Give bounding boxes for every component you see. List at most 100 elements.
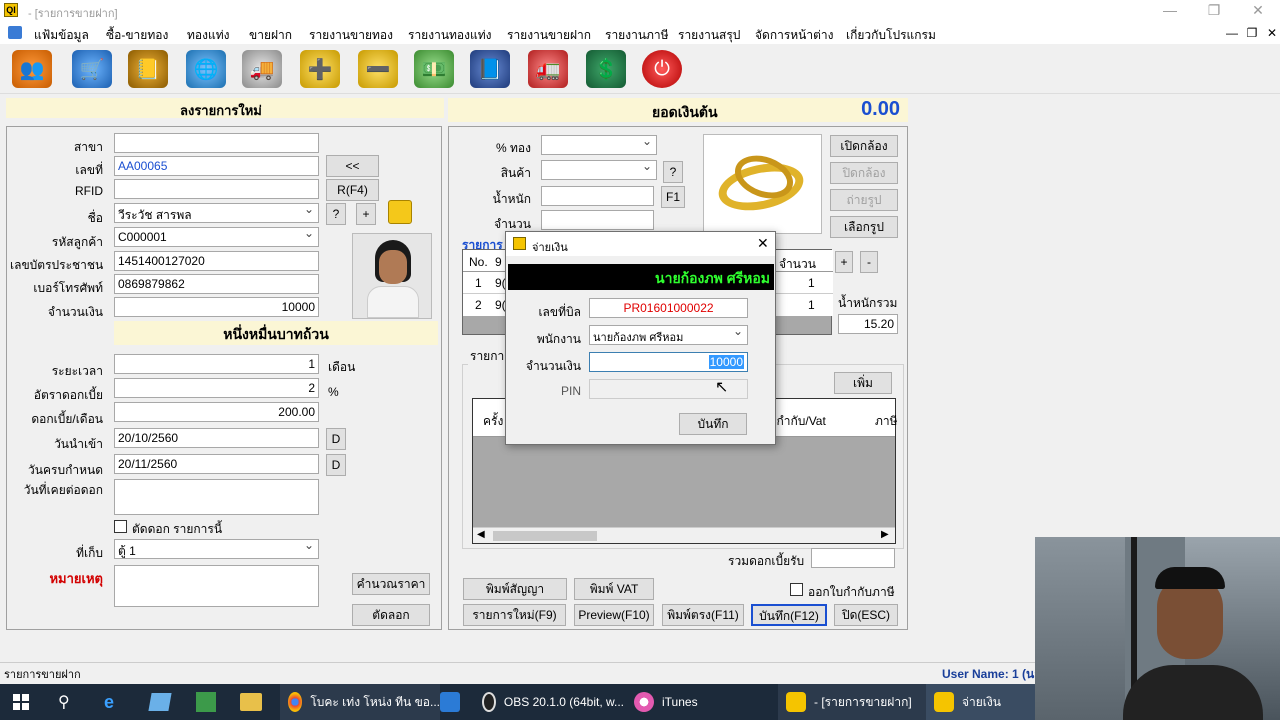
menu-report-tax[interactable]: รายงานภาษี — [605, 26, 669, 45]
ie-icon[interactable]: e — [104, 692, 126, 712]
item-add-button[interactable]: + — [835, 251, 853, 273]
print-vat-button[interactable]: พิมพ์ VAT — [574, 578, 654, 600]
taskbar-payment-window[interactable]: จ่ายเงิน — [926, 684, 1036, 720]
due-date-button[interactable]: D — [326, 454, 346, 476]
amount-input[interactable]: 10000 — [114, 297, 319, 317]
print-contract-button[interactable]: พิมพ์สัญญา — [463, 578, 567, 600]
scroll-thumb[interactable] — [493, 531, 597, 541]
close-camera-button[interactable]: ปิดกล้อง — [830, 162, 898, 184]
customer-code-select[interactable]: C000001 — [114, 227, 319, 247]
users-icon[interactable]: 👥 — [12, 50, 52, 88]
calculator-icon[interactable] — [196, 692, 216, 712]
close-button[interactable]: ✕ — [1248, 2, 1268, 18]
taskbar-itunes[interactable]: iTunes — [626, 684, 776, 720]
item-remove-button[interactable]: - — [860, 251, 878, 273]
dialog-save-button[interactable]: บันทึก — [679, 413, 747, 435]
menu-report-summary[interactable]: รายงานสรุป — [678, 26, 740, 45]
take-photo-button[interactable]: ถ่ายรูป — [830, 189, 898, 211]
gold-search-icon[interactable]: 🛒 — [72, 50, 112, 88]
tax-invoice-checkbox[interactable] — [790, 583, 803, 596]
menu-report-gold-sales[interactable]: รายงานขายทอง — [309, 26, 393, 45]
explorer-icon[interactable] — [148, 693, 172, 711]
customer-code-label: รหัสลูกค้า — [51, 235, 103, 249]
open-camera-button[interactable]: เปิดกล้อง — [830, 135, 898, 157]
scroll-right-icon[interactable]: ▶ — [881, 529, 889, 540]
menu-window[interactable]: จัดการหน้าต่าง — [755, 26, 834, 45]
branch-input[interactable] — [114, 133, 319, 153]
menu-pawn[interactable]: ขายฝาก — [249, 26, 292, 45]
taskbar-pawn-window[interactable]: - [รายการขายฝาก] — [778, 684, 928, 720]
product-select[interactable] — [541, 160, 657, 180]
cut-button[interactable]: ตัดลอก — [352, 604, 430, 626]
date-in-button[interactable]: D — [326, 428, 346, 450]
name-add-button[interactable]: + — [356, 203, 376, 225]
date-in-input[interactable]: 20/10/2560 — [114, 428, 319, 448]
menu-about[interactable]: เกี่ยวกับโปรแกรม — [846, 26, 936, 45]
product-help-button[interactable]: ? — [663, 161, 683, 183]
gold-globe-icon[interactable]: 🌐 — [186, 50, 226, 88]
dialog-close-icon[interactable]: ✕ — [757, 235, 769, 252]
storage-select[interactable]: ตู้ 1 — [114, 539, 319, 559]
dialog-amount-input[interactable]: 10000 — [589, 352, 748, 372]
gold-book-icon[interactable]: 📒 — [128, 50, 168, 88]
menu-gold-bar[interactable]: ทองแท่ง — [187, 26, 229, 45]
menu-report-gold-bar[interactable]: รายงานทองแท่ง — [408, 26, 492, 45]
power-icon[interactable]: ⏻ — [642, 50, 682, 88]
preview-button[interactable]: Preview(F10) — [574, 604, 654, 626]
remark-input[interactable] — [114, 565, 319, 607]
menu-report-pawn[interactable]: รายงานขายฝาก — [507, 26, 591, 45]
weight-f1-button[interactable]: F1 — [661, 186, 685, 208]
period-input[interactable]: 1 — [114, 354, 319, 374]
bill-input[interactable]: PR01601000022 — [589, 298, 748, 318]
taskbar-obs[interactable]: OBS 20.1.0 (64bit, w... — [474, 684, 624, 720]
new-item-button[interactable]: รายการใหม่(F9) — [463, 604, 566, 626]
employee-select[interactable]: นายก้องภพ ศรีหอม — [589, 325, 748, 345]
gold-percent-select[interactable] — [541, 135, 657, 155]
gold-remove-icon[interactable]: ➖ — [358, 50, 398, 88]
close-form-button[interactable]: ปิด(ESC) — [834, 604, 898, 626]
rfid-input[interactable] — [114, 179, 319, 199]
period-unit: เดือน — [328, 360, 356, 374]
history-add-button[interactable]: เพิ่ม — [834, 372, 892, 394]
history-scrollbar[interactable]: ◀ ▶ — [473, 527, 895, 543]
gold-add-icon[interactable]: ➕ — [300, 50, 340, 88]
qty-input[interactable] — [541, 210, 654, 230]
choose-photo-button[interactable]: เลือกรูป — [830, 216, 898, 238]
mdi-minimize-button[interactable]: — — [1222, 25, 1242, 41]
scroll-left-icon[interactable]: ◀ — [477, 529, 485, 540]
mdi-close-button[interactable]: ✕ — [1262, 25, 1280, 41]
gold-truck-icon[interactable]: 🚚 — [242, 50, 282, 88]
save-button[interactable]: บันทึก(F12) — [751, 604, 827, 626]
cut-interest-checkbox[interactable] — [114, 520, 127, 533]
weight-input[interactable] — [541, 186, 654, 206]
rfid-button[interactable]: R(F4) — [326, 179, 379, 201]
taskbar-chrome[interactable]: โบคะ เท่ง โหน่ง ทีน ขอ... — [280, 684, 440, 720]
print-direct-button[interactable]: พิมพ์ตรง(F11) — [662, 604, 744, 626]
number-input[interactable]: AA00065 — [114, 156, 319, 176]
folder-icon[interactable] — [240, 693, 262, 711]
ledger-icon[interactable]: 💲 — [586, 50, 626, 88]
id-card-input[interactable]: 1451400127020 — [114, 251, 319, 271]
phone-input[interactable]: 0869879862 — [114, 274, 319, 294]
prev-button[interactable]: << — [326, 155, 379, 177]
search-icon[interactable]: ⚲ — [58, 692, 70, 712]
notebook-icon[interactable]: 📘 — [470, 50, 510, 88]
smartcard-icon[interactable] — [388, 200, 412, 224]
menu-file[interactable]: แฟ้มข้อมูล — [34, 26, 89, 45]
due-date-input[interactable]: 20/11/2560 — [114, 454, 319, 474]
name-help-button[interactable]: ? — [326, 203, 346, 225]
menu-buy-sell-gold[interactable]: ซื้อ-ขายทอง — [106, 26, 168, 45]
interest-month-input[interactable]: 200.00 — [114, 402, 319, 422]
minimize-button[interactable]: — — [1160, 2, 1180, 18]
blue-app-icon[interactable] — [440, 692, 460, 712]
calculate-price-button[interactable]: คำนวณราคา — [352, 573, 430, 595]
mdi-restore-button[interactable]: ❐ — [1242, 25, 1262, 41]
interest-rate-input[interactable]: 2 — [114, 378, 319, 398]
windows-start-icon[interactable] — [13, 694, 29, 710]
window-title: - [รายการขายฝาก] — [28, 8, 118, 20]
name-select[interactable]: วีระวัช สารพล — [114, 203, 319, 223]
paid-dates-list[interactable] — [114, 479, 319, 515]
money-icon[interactable]: 💵 — [414, 50, 454, 88]
delivery-truck-icon[interactable]: 🚛 — [528, 50, 568, 88]
restore-button[interactable]: ❐ — [1204, 2, 1224, 18]
